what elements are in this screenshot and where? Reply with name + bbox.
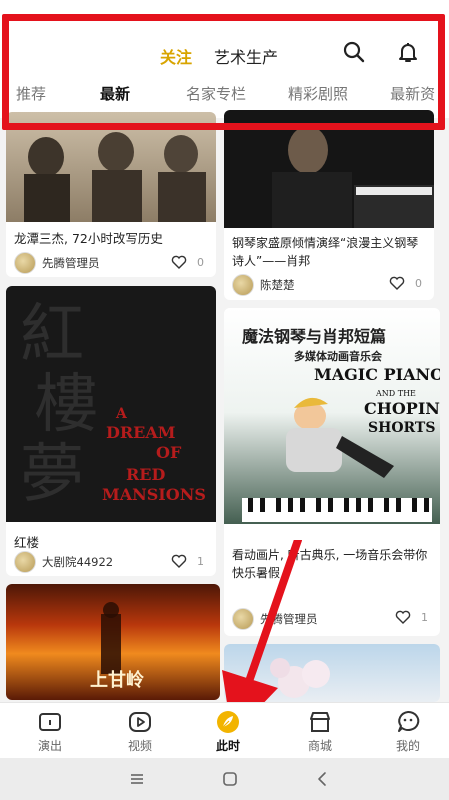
like-area[interactable]: 1 xyxy=(395,610,428,624)
tab-masters-column[interactable]: 名家专栏 xyxy=(186,83,246,104)
card-image xyxy=(224,110,434,228)
bell-icon[interactable] xyxy=(396,40,420,64)
avatar xyxy=(14,551,36,573)
nav-item-video[interactable]: 视频 xyxy=(110,709,170,754)
feed-card-chopin-pianist[interactable]: 钢琴家盛原倾情演绎“浪漫主义钢琴诗人”——肖邦 陈楚楚 0 xyxy=(224,110,434,300)
poster-mansions: MANSIONS xyxy=(102,485,206,504)
play-icon xyxy=(129,712,151,732)
feed-card-red-mansions[interactable]: 紅 樓 夢 A DREAM OF RED MANSIONS 红楼 大剧院4492… xyxy=(6,286,216,576)
like-area[interactable]: 0 xyxy=(171,255,204,269)
tab-latest-news[interactable]: 最新资 xyxy=(390,83,435,104)
card-image xyxy=(6,112,216,222)
feed-card-longtan[interactable]: 龙潭三杰, 72小时改写历史 先腾管理员 0 xyxy=(6,112,216,277)
poster-red: RED xyxy=(126,465,165,484)
menu-icon[interactable] xyxy=(128,770,146,788)
nav-item-now[interactable]: 此时 xyxy=(198,709,258,754)
avatar xyxy=(14,252,36,274)
author-name: 先腾管理员 xyxy=(42,256,100,270)
back-chevron-icon[interactable] xyxy=(314,770,332,788)
heart-icon[interactable] xyxy=(171,554,187,568)
card-author: 先腾管理员 xyxy=(14,252,100,274)
tab-latest[interactable]: 最新 xyxy=(100,83,130,104)
poster-of: OF xyxy=(156,443,182,462)
poster-dream: DREAM xyxy=(106,423,176,442)
card-title: 红楼 xyxy=(14,535,40,550)
nav-label: 此时 xyxy=(215,739,240,753)
like-count: 0 xyxy=(197,255,204,269)
like-area[interactable]: 1 xyxy=(171,554,204,568)
top-tabs: 关注 艺术生产 xyxy=(160,44,278,68)
card-image: 上甘岭 xyxy=(6,584,220,700)
feed-card-shangganling[interactable]: 上甘岭 xyxy=(6,584,220,700)
poster-shangganling: 上甘岭 xyxy=(90,669,144,691)
poster-a: A xyxy=(115,406,128,422)
bottom-nav: 演出 视频 此时 商城 我的 xyxy=(0,702,449,758)
author-name: 大剧院44922 xyxy=(42,555,114,569)
nav-item-shows[interactable]: 演出 xyxy=(20,709,80,754)
feather-icon xyxy=(217,711,239,733)
heart-icon[interactable] xyxy=(395,610,411,624)
chat-face-icon xyxy=(398,710,420,732)
card-image xyxy=(224,644,440,702)
feed-card-blossom[interactable] xyxy=(224,644,440,702)
tab-art-production[interactable]: 艺术生产 xyxy=(214,44,278,68)
tab-recommend[interactable]: 推荐 xyxy=(16,83,46,104)
home-square-icon[interactable] xyxy=(221,770,239,788)
card-author: 陈楚楚 xyxy=(232,274,295,296)
card-title: 看动画片, 听古典乐, 一场音乐会带你快乐暑假 xyxy=(232,548,428,580)
poster-en-1: MAGIC PIANO xyxy=(314,365,440,384)
card-author: 先腾管理员 xyxy=(232,608,318,630)
poster-chinese-1: 紅 xyxy=(20,298,84,372)
like-area[interactable]: 0 xyxy=(389,276,422,290)
poster-en-2: AND THE xyxy=(375,389,416,398)
like-count: 1 xyxy=(197,554,204,568)
tab-stage-photos[interactable]: 精彩剧照 xyxy=(288,83,348,104)
nav-item-profile[interactable]: 我的 xyxy=(378,709,438,754)
card-image: 紅 樓 夢 A DREAM OF RED MANSIONS xyxy=(6,286,216,522)
avatar xyxy=(232,608,254,630)
card-title: 钢琴家盛原倾情演绎“浪漫主义钢琴诗人”——肖邦 xyxy=(232,236,419,268)
poster-chinese-2: 樓 xyxy=(34,368,98,442)
poster-chinese-3: 夢 xyxy=(20,438,84,512)
search-icon[interactable] xyxy=(342,40,366,64)
author-name: 先腾管理员 xyxy=(260,612,318,626)
avatar xyxy=(232,274,254,296)
heart-icon[interactable] xyxy=(171,255,187,269)
poster-title-cn: 魔法钢琴与肖邦短篇 xyxy=(242,327,386,346)
nav-label: 视频 xyxy=(127,739,152,753)
poster-en-4: SHORTS xyxy=(368,420,435,436)
card-title: 龙潭三杰, 72小时改写历史 xyxy=(14,231,163,246)
header: 关注 艺术生产 推荐 最新 名家专栏 精彩剧照 最新资 xyxy=(0,0,449,118)
heart-icon[interactable] xyxy=(389,276,405,290)
poster-en-3: CHOPIN xyxy=(364,399,440,418)
poster-sub-cn: 多媒体动画音乐会 xyxy=(294,349,383,363)
store-icon xyxy=(310,712,330,732)
tab-follow[interactable]: 关注 xyxy=(160,44,192,68)
like-count: 1 xyxy=(421,610,428,624)
ticket-icon xyxy=(39,713,61,731)
nav-item-store[interactable]: 商城 xyxy=(290,709,350,754)
nav-label: 我的 xyxy=(395,739,420,753)
card-author: 大剧院44922 xyxy=(14,551,113,573)
system-nav-bar xyxy=(0,758,449,800)
card-image: 魔法钢琴与肖邦短篇 多媒体动画音乐会 MAGIC PIANO AND THE C… xyxy=(224,308,440,540)
app-screen: 关注 艺术生产 推荐 最新 名家专栏 精彩剧照 最新资 龙潭三杰, 72小时改写… xyxy=(0,0,449,800)
author-name: 陈楚楚 xyxy=(260,278,295,292)
nav-label: 商城 xyxy=(307,739,332,753)
feed-card-magic-piano[interactable]: 魔法钢琴与肖邦短篇 多媒体动画音乐会 MAGIC PIANO AND THE C… xyxy=(224,308,440,636)
nav-label: 演出 xyxy=(37,739,62,753)
like-count: 0 xyxy=(415,276,422,290)
sub-tabs: 推荐 最新 名家专栏 精彩剧照 最新资 xyxy=(16,83,449,104)
